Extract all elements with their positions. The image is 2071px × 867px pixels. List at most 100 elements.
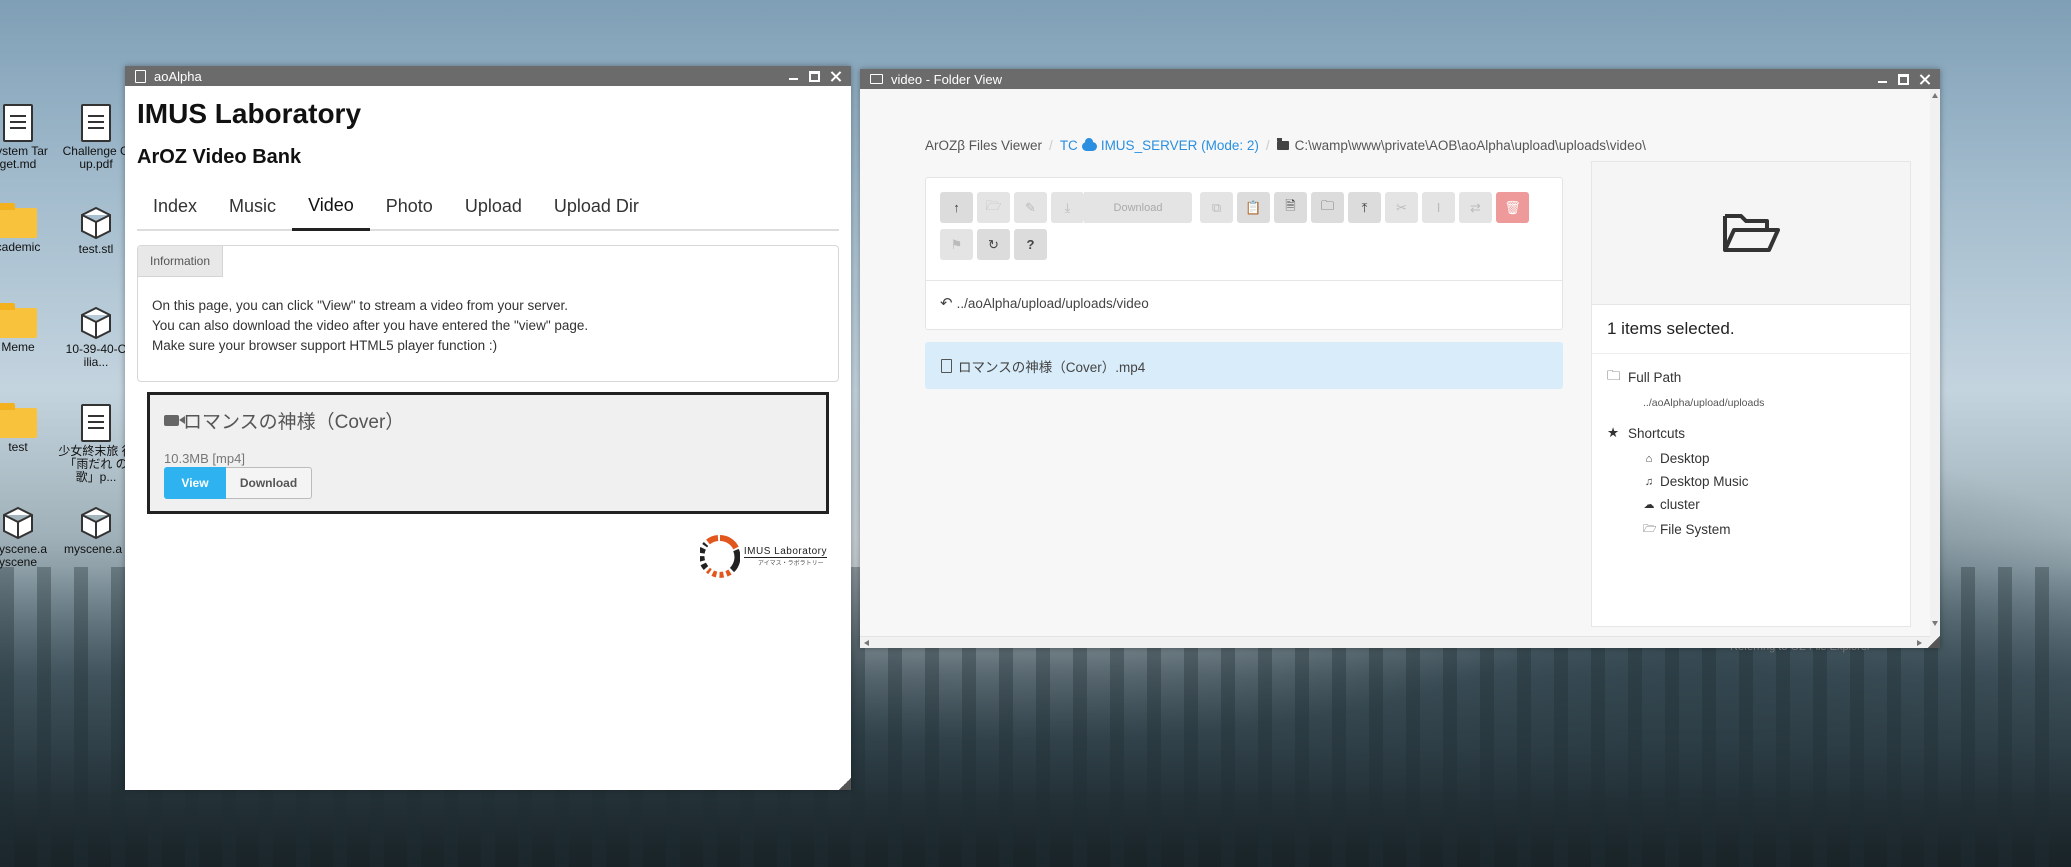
menu-item-video[interactable]: Video	[292, 183, 370, 231]
aoalpha-titlebar[interactable]: aoAlpha	[125, 66, 851, 86]
copy-icon[interactable]: ⧉	[1200, 192, 1233, 223]
download-toolbar-button[interactable]: Download	[1084, 192, 1192, 223]
vertical-scrollbar[interactable]	[1930, 89, 1940, 648]
desktop-icon-model[interactable]: 10-39-40-C ilia...	[56, 306, 136, 369]
page-heading: IMUS Laboratory	[137, 98, 362, 129]
desktop-icon-label: test.stl	[78, 242, 114, 256]
preview-area	[1592, 162, 1910, 305]
close-button[interactable]	[1919, 74, 1930, 85]
current-path: ../aoAlpha/upload/uploads/video	[956, 295, 1149, 311]
maximize-button[interactable]	[1898, 73, 1909, 85]
scroll-right-icon[interactable]	[1917, 640, 1922, 646]
menu-item-upload[interactable]: Upload	[449, 183, 538, 229]
trash-icon[interactable]: 🗑	[1496, 192, 1529, 223]
breadcrumb-server[interactable]: TC IMUS_SERVER (Mode: 2)	[1059, 137, 1259, 153]
desktop-icon-test[interactable]: test	[0, 403, 58, 454]
desktop-icon-label: cademic	[0, 240, 41, 254]
cut-icon[interactable]: ✂	[1385, 192, 1418, 223]
folder-open-icon[interactable]: 🗁	[977, 192, 1010, 223]
refresh-icon[interactable]: ↻	[977, 229, 1010, 260]
minimize-button[interactable]	[1877, 74, 1888, 85]
full-path-label: Full Path	[1628, 370, 1682, 385]
new-folder-icon[interactable]: 🗀	[1311, 192, 1344, 223]
shortcut-label: Desktop Music	[1660, 474, 1749, 489]
breadcrumb-root[interactable]: ArOZβ Files Viewer	[925, 138, 1042, 153]
desktop-icon-label: Challenge G up.pdf	[62, 144, 130, 171]
desktop-icon-myscene-2[interactable]: myscene.a l	[56, 506, 136, 556]
download-icon[interactable]: ⤓	[1051, 192, 1084, 223]
menu-item-index[interactable]: Index	[137, 183, 213, 229]
info-line: On this page, you can click "View" to st…	[152, 298, 569, 313]
logo-subtext: アイマス・ラボラトリー	[757, 560, 824, 567]
arrow-up-icon[interactable]: ↑	[940, 192, 973, 223]
edit-icon[interactable]: ✎	[1014, 192, 1047, 223]
breadcrumb-server-prefix: TC	[1059, 138, 1078, 153]
paste-icon[interactable]: 📋	[1237, 192, 1270, 223]
full-path-value: ../aoAlpha/upload/uploads	[1643, 397, 1765, 409]
breadcrumb-separator: /	[1049, 138, 1053, 153]
horizontal-scrollbar[interactable]	[860, 636, 1930, 648]
menu-item-music[interactable]: Music	[213, 183, 292, 229]
view-button[interactable]: View	[164, 467, 226, 499]
close-button[interactable]	[830, 71, 841, 82]
page-subheading: ArOZ Video Bank	[137, 146, 302, 168]
menu-item-photo[interactable]: Photo	[370, 183, 449, 229]
resize-handle[interactable]	[839, 778, 851, 790]
video-actions: View Download	[164, 467, 312, 499]
breadcrumb-server-name: IMUS_SERVER (Mode: 2)	[1100, 138, 1259, 153]
breadcrumb: ArOZβ Files Viewer / TC IMUS_SERVER (Mode…	[925, 137, 1646, 153]
scroll-down-icon[interactable]	[1932, 621, 1938, 626]
desktop-icon-label: Meme	[1, 340, 35, 354]
file-row-selected[interactable]: ロマンスの神様（Cover）.mp4	[925, 342, 1563, 389]
minimize-button[interactable]	[788, 71, 799, 82]
folder-open-icon	[870, 74, 883, 84]
cloud-icon	[1081, 137, 1097, 151]
folder-icon	[0, 303, 37, 338]
folder-icon	[0, 203, 37, 238]
shortcut-desktop-music[interactable]: ♫ Desktop Music	[1643, 474, 1895, 489]
help-button[interactable]: ?	[1014, 229, 1047, 260]
menu-item-upload-dir[interactable]: Upload Dir	[538, 183, 655, 229]
shortcuts-heading: ★ Shortcuts	[1607, 425, 1895, 441]
bookmark-icon[interactable]: ⚑	[940, 229, 973, 260]
scroll-up-icon[interactable]	[1932, 93, 1938, 98]
desktop-icon-song[interactable]: 少女終末旅 行「雨だれ の歌」p...	[56, 404, 136, 484]
logo-ring-icon	[699, 535, 740, 578]
video-card: ロマンスの神様（Cover） 10.3MB [mp4] View Downloa…	[147, 392, 829, 514]
info-line: You can also download the video after yo…	[152, 318, 589, 333]
new-file-icon[interactable]: 🗎	[1274, 192, 1307, 223]
cube-icon	[2, 506, 34, 540]
shortcut-desktop[interactable]: ⌂ Desktop	[1643, 451, 1895, 466]
shortcut-file-system[interactable]: 🗁 File System	[1643, 520, 1895, 539]
desktop-icon-system-target[interactable]: System Tar get.md	[0, 104, 58, 171]
desktop-icon-label: test	[8, 440, 28, 454]
desktop-icon-meme[interactable]: Meme	[0, 303, 58, 354]
back-arrow-icon: ↶	[940, 295, 953, 312]
desktop-icon-label: 少女終末旅 行「雨だれ の歌」p...	[58, 444, 134, 484]
desktop-icon-label: 10-39-40-C ilia...	[65, 342, 127, 369]
maximize-button[interactable]	[809, 70, 820, 82]
desktop-icon-academic[interactable]: cademic	[0, 203, 58, 254]
desktop-icon-myscene-1[interactable]: myscene.a yscene	[0, 506, 58, 569]
information-segment: Information On this page, you can click …	[137, 245, 839, 382]
file-name: ロマンスの神様（Cover）.mp4	[958, 359, 1146, 375]
desktop-icon-test-stl[interactable]: test.stl	[56, 206, 136, 256]
cloud-icon: ☁	[1643, 499, 1655, 511]
breadcrumb-path[interactable]: C:\wamp\www\private\AOB\aoAlpha\upload\u…	[1295, 138, 1646, 153]
folder-view-titlebar[interactable]: video - Folder View	[860, 69, 1940, 89]
move-icon[interactable]: ⇄	[1459, 192, 1492, 223]
window-title: aoAlpha	[154, 68, 202, 84]
video-camera-icon	[164, 415, 185, 426]
rename-icon[interactable]: I	[1422, 192, 1455, 223]
resize-handle[interactable]	[1928, 636, 1940, 648]
current-path-row[interactable]: ↶ ../aoAlpha/upload/uploads/video	[940, 294, 1149, 312]
details-sidebar: 1 items selected. 🗀 Full Path ../aoAlpha…	[1591, 161, 1911, 627]
scroll-left-icon[interactable]	[864, 640, 869, 646]
download-button[interactable]: Download	[226, 467, 312, 499]
desktop-icon-label: myscene.a yscene	[0, 542, 48, 569]
pdf-icon	[81, 104, 111, 142]
upload-icon[interactable]: ⤒	[1348, 192, 1381, 223]
shortcut-cluster[interactable]: ☁ cluster	[1643, 497, 1895, 512]
desktop-icon-challenge[interactable]: Challenge G up.pdf	[56, 104, 136, 171]
video-title: ロマンスの神様（Cover）	[183, 412, 405, 433]
